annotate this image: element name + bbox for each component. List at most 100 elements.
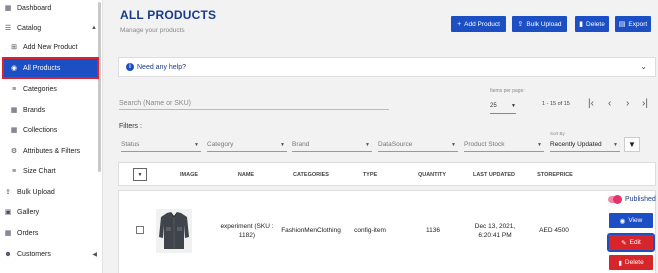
add-product-label: Add Product [464,20,500,28]
add-product-button[interactable]: + Add Product [451,16,506,32]
sidebar-item-size-chart[interactable]: ≡ Size Chart [0,163,103,179]
caret-down-icon: ▼ [280,141,285,148]
first-page-icon[interactable]: |‹ [588,98,594,109]
last-updated-date: Dec 13, 2021, [474,223,516,230]
product-quantity: 1136 [426,227,440,234]
row-checkbox[interactable] [136,226,144,234]
sidebar-item-label: Dashboard [17,4,52,12]
sidebar-item-label: Brands [23,106,46,114]
sidebar-item-attributes-filters[interactable]: ⚙ Attributes & Filters [0,143,103,159]
publish-status-label: Published [625,196,656,203]
sidebar-item-categories[interactable]: ≡ Categories [0,81,103,97]
filter-icon: ▼ [628,140,636,149]
chevron-down-icon[interactable]: ⌄ [640,62,647,71]
column-header-name: NAME [237,172,255,178]
sort-by-select[interactable]: Recently Updated ▼ [550,138,620,152]
sidebar-item-label: Gallery [17,208,40,216]
caret-down-icon: ▼ [137,171,143,178]
product-storeprice: AED 4500 [539,227,569,234]
sidebar-item-collections[interactable]: ▦ Collections [0,122,103,138]
brand-filter[interactable]: Brand ▼ [292,138,372,152]
plus-square-icon: ⊞ [11,44,17,51]
sidebar-item-bulk-upload[interactable]: ⇪ Bulk Upload [0,184,103,200]
product-stock-filter-label: Product Stock [464,141,505,148]
eye-icon: ◉ [10,65,18,72]
sidebar-item-label: Customers [17,250,51,258]
category-filter[interactable]: Category ▼ [207,138,287,152]
eye-icon: ◉ [619,217,626,225]
sidebar-item-label: Bulk Upload [17,188,55,196]
row-delete-button[interactable]: ▮ Delete [609,255,653,270]
users-icon: ☻ [4,250,12,258]
page-subtitle: Manage your products [120,27,185,34]
product-name-line1: experiment (SKU : [220,223,274,230]
caret-down-icon: ▼ [194,141,199,148]
trash-icon: ▮ [618,259,622,267]
sidebar-item-add-new-product[interactable]: ⊞ Add New Product [0,39,103,55]
table-header: ▼ IMAGE NAME CATEGORIES TYPE QUANTITY LA… [118,162,656,186]
column-header-quantity: QUANTITY [417,172,447,178]
caret-down-icon: ▼ [451,141,456,148]
sidebar-item-gallery[interactable]: ▣ Gallery [0,204,103,220]
column-header-storeprice: STOREPRICE [537,172,573,178]
help-panel[interactable]: i Need any help? ⌄ [118,57,656,77]
main-content: ALL PRODUCTS Manage your products + Add … [112,0,658,273]
sidebar-item-all-products[interactable]: ◉ All Products [2,57,99,79]
category-filter-label: Category [207,141,234,148]
filters-label: Filters : [119,123,142,130]
sidebar-item-label: Size Chart [23,167,56,175]
bulk-upload-button[interactable]: ⇪ Bulk Upload [512,16,567,32]
edit-icon: ✎ [621,239,627,247]
upload-icon: ⇪ [5,189,11,196]
sidebar: ▦ Dashboard ☰ Catalog ▲ ⊞ Add New Produc… [0,0,103,273]
export-icon: ▤ [618,21,626,28]
datasource-filter[interactable]: DataSource ▼ [378,138,458,152]
delete-button[interactable]: ▮ Delete [575,16,609,32]
column-header-categories: CATEGORIES [293,172,329,178]
plus-icon: + [457,20,462,28]
items-per-page-value: 25 [490,103,497,109]
export-button[interactable]: ▤ Export [615,16,651,32]
product-categories: FashionMenClothing [281,227,341,234]
sidebar-item-catalog[interactable]: ☰ Catalog ▲ [0,20,103,36]
dashboard-icon: ▦ [4,5,12,12]
items-per-page-select[interactable]: 25 ▼ [490,103,516,114]
sidebar-item-label: Categories [23,85,57,93]
datasource-filter-label: DataSource [378,141,413,148]
image-icon: ▣ [4,209,12,216]
export-label: Export [628,20,648,28]
brand-filter-label: Brand [292,141,310,148]
sidebar-item-customers[interactable]: ☻ Customers ◀ [0,246,103,262]
status-filter[interactable]: Status ▼ [121,138,201,152]
product-name[interactable]: experiment (SKU : 1182) [219,222,275,240]
view-label: View [628,217,643,224]
caret-down-icon: ▼ [613,141,618,148]
grid-icon: ▦ [10,107,18,114]
help-label: Need any help? [137,63,187,71]
items-per-page-label: Items per page: [490,88,525,94]
sidebar-item-brands[interactable]: ▦ Brands [0,102,103,118]
chevron-up-icon: ▲ [91,25,97,31]
last-page-icon[interactable]: ›| [642,98,648,109]
sidebar-item-orders[interactable]: ▦ Orders [0,225,103,241]
bulk-upload-label: Bulk Upload [526,20,562,28]
filter-button[interactable]: ▼ [624,137,640,152]
next-page-icon[interactable]: › [626,98,629,109]
edit-button[interactable]: ✎ Edit [607,233,655,252]
row-delete-label: Delete [624,259,644,266]
sort-by-value: Recently Updated [550,141,602,148]
prev-page-icon[interactable]: ‹ [608,98,611,109]
caret-down-icon: ▼ [537,141,542,148]
search-input[interactable]: Search (Name or SKU) [119,96,389,110]
trash-icon: ▮ [579,21,584,28]
catalog-icon: ☰ [4,25,12,32]
status-filter-label: Status [121,141,140,148]
sidebar-item-dashboard[interactable]: ▦ Dashboard [0,0,103,16]
product-stock-filter[interactable]: Product Stock ▼ [464,138,544,152]
publish-toggle[interactable] [608,195,622,204]
select-all-dropdown[interactable]: ▼ [133,168,147,181]
sidebar-item-label: Orders [17,229,39,237]
info-icon: i [126,63,134,71]
column-header-last-updated: LAST UPDATED [472,172,516,178]
view-button[interactable]: ◉ View [609,213,653,228]
